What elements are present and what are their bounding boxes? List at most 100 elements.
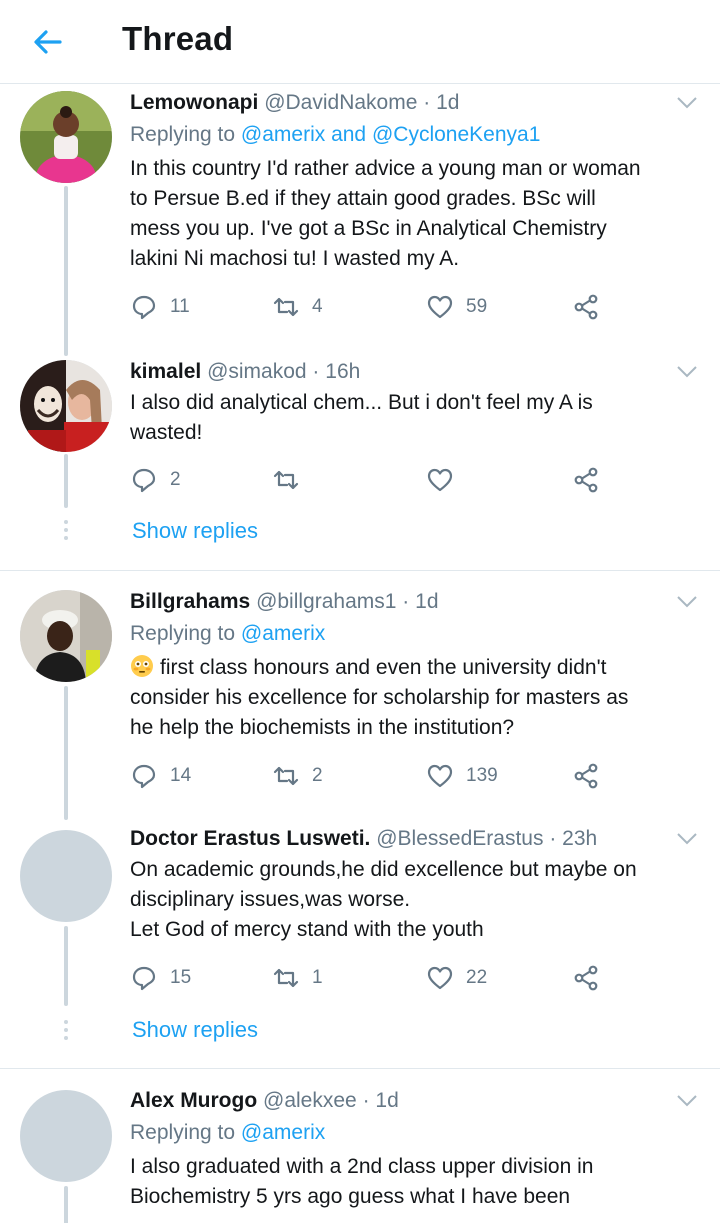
replying-to: Replying to @amerix and @CycloneKenya1 (130, 122, 540, 148)
share-button[interactable] (572, 465, 600, 495)
retweet-button[interactable]: 2 (272, 761, 323, 791)
avatar[interactable] (20, 91, 112, 183)
replying-to-label: Replying to (130, 622, 236, 645)
tweet-text-line: wasted! (130, 421, 203, 444)
like-button[interactable]: 59 (426, 292, 487, 322)
retweet-button[interactable] (272, 465, 300, 495)
retweet-icon (272, 762, 300, 790)
separator: · (312, 360, 320, 383)
show-replies-link[interactable]: Show replies (132, 518, 258, 544)
heart-icon (426, 466, 454, 494)
heart-icon (426, 762, 454, 790)
tweet-header: Lemowonapi @DavidNakome · 1d (130, 90, 459, 116)
avatar[interactable] (20, 830, 112, 922)
reply-button[interactable]: 15 (130, 963, 191, 993)
reply-button[interactable]: 14 (130, 761, 191, 791)
retweet-button[interactable]: 4 (272, 292, 323, 322)
retweet-icon (272, 964, 300, 992)
chevron-down-icon[interactable] (676, 595, 698, 609)
share-icon (572, 762, 600, 790)
replying-to: Replying to @amerix (130, 1120, 325, 1146)
back-arrow-icon[interactable] (30, 24, 66, 60)
tweet-text: On academic grounds,he did excellence bu… (130, 855, 710, 945)
share-button[interactable] (572, 963, 600, 993)
reply-button[interactable]: 2 (130, 465, 181, 495)
thread-connector-line (64, 926, 68, 1006)
like-button[interactable]: 22 (426, 963, 487, 993)
thread-connector-line (64, 686, 68, 820)
timestamp[interactable]: 16h (325, 360, 360, 383)
page-title: Thread (122, 20, 234, 57)
user-handle[interactable]: @BlessedErastus (376, 827, 543, 850)
tweet-actions: 14 2 139 (130, 761, 690, 791)
mention-link[interactable]: @amerix (241, 1121, 325, 1144)
like-count: 139 (466, 765, 498, 786)
reply-count: 2 (170, 469, 181, 490)
display-name[interactable]: Lemowonapi (130, 91, 258, 114)
retweet-icon (272, 293, 300, 321)
tweet-text-line-content: first class honours and even the univers… (160, 656, 607, 679)
chevron-down-icon[interactable] (676, 832, 698, 846)
timestamp[interactable]: 1d (415, 590, 438, 613)
timestamp[interactable]: 1d (436, 91, 459, 114)
avatar[interactable] (20, 590, 112, 682)
like-button[interactable] (426, 465, 454, 495)
share-icon (572, 466, 600, 494)
tweet-text-line: Biochemistry 5 yrs ago guess what I have… (130, 1185, 571, 1208)
retweet-count: 2 (312, 765, 323, 786)
display-name[interactable]: Billgrahams (130, 590, 250, 613)
tweet-actions: 11 4 59 (130, 292, 690, 322)
tweet-header: Alex Murogo @alekxee · 1d (130, 1088, 399, 1114)
thread-connector-line (64, 454, 68, 508)
timestamp[interactable]: 1d (375, 1089, 398, 1112)
reply-count: 11 (170, 296, 190, 317)
show-replies-link[interactable]: Show replies (132, 1017, 258, 1043)
retweet-button[interactable]: 1 (272, 963, 323, 993)
tweet-text-line: he help the biochemists in the instituti… (130, 716, 515, 739)
share-button[interactable] (572, 761, 600, 791)
separator: · (402, 590, 410, 613)
more-replies-dots (62, 520, 70, 544)
display-name[interactable]: Alex Murogo (130, 1089, 257, 1112)
tweet-text: first class honours and even the univers… (130, 653, 710, 743)
mention-link[interactable]: @amerix (241, 622, 325, 645)
like-count: 22 (466, 967, 488, 988)
user-handle[interactable]: @alekxee (263, 1089, 357, 1112)
mention-link[interactable]: @CycloneKenya1 (372, 123, 540, 146)
reply-count: 15 (170, 967, 192, 988)
tweet-header: Doctor Erastus Lusweti. @BlessedErastus … (130, 826, 597, 852)
reply-icon (130, 293, 158, 321)
tweet-actions: 2 (130, 465, 690, 495)
avatar[interactable] (20, 360, 112, 452)
user-handle[interactable]: @simakod (207, 360, 307, 383)
display-name[interactable]: Doctor Erastus Lusweti. (130, 827, 370, 850)
tweet-text-line: In this country I'd rather advice a youn… (130, 157, 641, 180)
tweet-text-line: mess you up. I've got a BSc in Analytica… (130, 217, 607, 240)
tweet-text-line: first class honours and even the univers… (130, 653, 710, 683)
tweet-text-line: I also did analytical chem... But i don'… (130, 391, 593, 414)
thread-connector-line (64, 1186, 68, 1223)
mention-link[interactable]: @amerix (241, 123, 325, 146)
retweet-count: 1 (312, 967, 323, 988)
display-name[interactable]: kimalel (130, 360, 201, 383)
like-button[interactable]: 139 (426, 761, 498, 791)
divider (0, 1068, 720, 1069)
replying-joiner: and (331, 123, 367, 146)
chevron-down-icon[interactable] (676, 365, 698, 379)
tweet-text-line: to Persue B.ed if they attain good grade… (130, 187, 596, 210)
like-count: 59 (466, 296, 488, 317)
share-button[interactable] (572, 292, 600, 322)
avatar[interactable] (20, 1090, 112, 1182)
separator: · (549, 827, 557, 850)
timestamp[interactable]: 23h (562, 827, 597, 850)
reply-icon (130, 964, 158, 992)
share-icon (572, 964, 600, 992)
user-handle[interactable]: @billgrahams1 (256, 590, 396, 613)
user-handle[interactable]: @DavidNakome (264, 91, 417, 114)
chevron-down-icon[interactable] (676, 96, 698, 110)
flushed-face-emoji-icon (130, 654, 154, 678)
reply-button[interactable]: 11 (130, 292, 190, 322)
chevron-down-icon[interactable] (676, 1094, 698, 1108)
tweet-actions: 15 1 22 (130, 963, 690, 993)
tweet-text-line: On academic grounds,he did excellence bu… (130, 858, 637, 881)
